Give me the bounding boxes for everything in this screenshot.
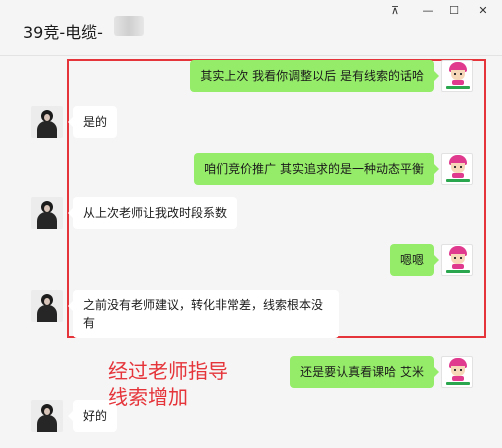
message-bubble-sent[interactable]: 其实上次 我看你调整以后 是有线索的话哈 [190,60,439,92]
redacted-name [114,16,144,36]
pin-icon[interactable]: ⊼ [385,3,405,19]
minimize-button[interactable]: — [418,3,438,19]
student-avatar[interactable] [441,244,473,276]
student-avatar[interactable] [441,153,473,185]
maximize-button[interactable]: ☐ [444,3,464,19]
message-bubble-received[interactable]: 之前没有老师建议，转化非常差，线索根本没有 [68,290,339,338]
student-avatar[interactable] [441,356,473,388]
teacher-avatar[interactable] [31,290,63,322]
student-avatar[interactable] [441,60,473,92]
close-button[interactable]: ✕ [473,3,493,19]
chat-title: 39竞-电缆- [23,23,103,42]
teacher-avatar[interactable] [31,400,63,432]
message-bubble-sent[interactable]: 咱们竞价推广 其实追求的是一种动态平衡 [194,153,439,185]
message-bubble-sent[interactable]: 还是要认真看课哈 艾米 [290,356,439,388]
message-bubble-received[interactable]: 是的 [67,106,118,138]
message-bubble-received[interactable]: 从上次老师让我改时段系数 [67,197,238,229]
teacher-avatar[interactable] [31,197,63,229]
annotation-line-1: 经过老师指导 [108,359,228,383]
message-bubble-sent[interactable]: 嗯嗯 [389,244,440,276]
annotation-text: 经过老师指导 线索增加 [108,358,228,410]
annotation-line-2: 线索增加 [108,385,188,409]
teacher-avatar[interactable] [31,106,63,138]
title-divider [0,55,502,56]
title-bar: 39竞-电缆- ⊼ — ☐ ✕ [0,0,502,55]
